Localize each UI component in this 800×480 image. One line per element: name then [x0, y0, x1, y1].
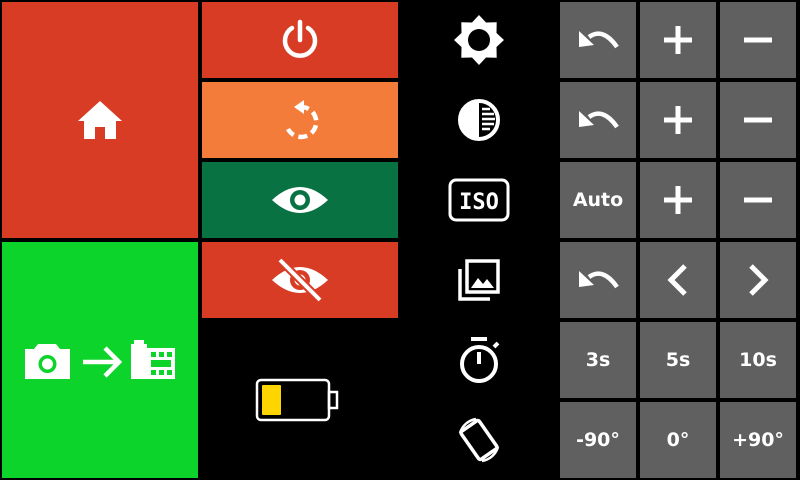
undo-icon	[579, 31, 619, 49]
gallery-row-icon	[400, 240, 558, 320]
rotate-0-button[interactable]: 0°	[640, 402, 716, 478]
minus-icon	[744, 197, 772, 203]
gallery-prev-button[interactable]	[640, 242, 716, 318]
iso-auto-button[interactable]: Auto	[560, 162, 636, 238]
rotate-minus-90-label: -90°	[576, 429, 620, 451]
svg-text:ISO: ISO	[459, 190, 499, 215]
plus-icon	[664, 106, 692, 134]
contrast-icon	[458, 99, 500, 141]
rotation-row-icon	[400, 400, 558, 480]
timer-5s-button[interactable]: 5s	[640, 322, 716, 398]
eye-icon	[272, 187, 328, 213]
restart-icon	[286, 100, 319, 140]
chevron-left-icon	[667, 264, 687, 296]
contrast-row-icon	[400, 80, 558, 160]
gallery-next-button[interactable]	[720, 242, 796, 318]
capture-to-film-button[interactable]	[2, 242, 198, 478]
undo-icon	[579, 111, 619, 129]
iso-auto-label: Auto	[572, 189, 624, 211]
timer-10s-button[interactable]: 10s	[720, 322, 796, 398]
timer-row-icon	[400, 320, 558, 400]
plus-icon	[664, 186, 692, 214]
plus-icon	[664, 26, 692, 54]
contrast-plus-button[interactable]	[640, 82, 716, 158]
iso-minus-button[interactable]	[720, 162, 796, 238]
minus-icon	[744, 37, 772, 43]
battery-indicator	[202, 322, 398, 478]
battery-level	[262, 385, 281, 415]
brightness-minus-button[interactable]	[720, 2, 796, 78]
show-button[interactable]	[202, 162, 398, 238]
rotate-plus-90-label: +90°	[732, 429, 784, 451]
screen-rotation-icon	[458, 417, 500, 463]
eye-off-icon	[272, 257, 328, 303]
brightness-row-icon	[400, 0, 558, 80]
minus-icon	[744, 117, 772, 123]
home-icon	[78, 101, 122, 139]
undo-icon	[579, 271, 619, 289]
brightness-icon	[454, 15, 504, 65]
rotate-plus-90-button[interactable]: +90°	[720, 402, 796, 478]
contrast-reset-button[interactable]	[560, 82, 636, 158]
camera-to-film-icon	[25, 340, 175, 379]
brightness-reset-button[interactable]	[560, 2, 636, 78]
timer-icon	[460, 337, 500, 383]
power-button[interactable]	[202, 2, 398, 78]
power-icon	[282, 19, 318, 58]
battery-icon	[255, 378, 339, 422]
rotate-0-label: 0°	[666, 429, 690, 451]
timer-10s-label: 10s	[739, 349, 777, 371]
timer-3s-label: 3s	[585, 349, 611, 371]
brightness-plus-button[interactable]	[640, 2, 716, 78]
iso-row-icon: ISO	[400, 160, 558, 240]
gallery-back-button[interactable]	[560, 242, 636, 318]
iso-plus-button[interactable]	[640, 162, 716, 238]
timer-5s-label: 5s	[665, 349, 691, 371]
hide-button[interactable]	[202, 242, 398, 318]
chevron-right-icon	[749, 264, 769, 296]
restart-button[interactable]	[202, 82, 398, 158]
timer-3s-button[interactable]: 3s	[560, 322, 636, 398]
iso-icon: ISO	[448, 178, 510, 222]
home-button[interactable]	[2, 2, 198, 238]
gallery-icon	[458, 259, 500, 301]
rotate-minus-90-button[interactable]: -90°	[560, 402, 636, 478]
contrast-minus-button[interactable]	[720, 82, 796, 158]
